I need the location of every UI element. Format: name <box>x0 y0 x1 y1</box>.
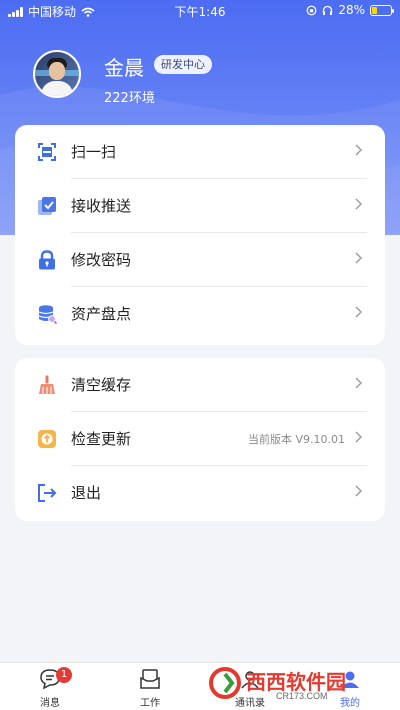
orientation-lock-icon <box>306 5 317 15</box>
menu-item-scan[interactable]: 扫一扫 <box>15 125 385 179</box>
user-name: 金晨 <box>104 56 144 80</box>
chevron-right-icon <box>355 431 362 443</box>
menu-item-label: 资产盘点 <box>71 305 132 323</box>
broom-icon <box>39 375 55 394</box>
unread-badge: 1 <box>56 667 72 683</box>
chevron-right-icon <box>355 252 362 264</box>
chevron-right-icon <box>355 306 362 318</box>
headphones-icon <box>323 5 333 15</box>
tab-work[interactable]: 工作 <box>110 663 190 710</box>
menu-item-label: 退出 <box>71 484 102 502</box>
menu-item-label: 检查更新 <box>71 430 132 448</box>
receive-push-icon <box>38 197 56 215</box>
watermark-logo-icon <box>209 667 241 699</box>
update-icon <box>38 430 56 448</box>
tab-label: 工作 <box>140 698 160 709</box>
watermark-subtext: CR173.COM <box>276 691 328 701</box>
chevron-right-icon <box>355 485 362 497</box>
menu-item-label: 扫一扫 <box>71 143 117 161</box>
lock-icon <box>39 250 55 270</box>
asset-inventory-icon <box>38 305 57 324</box>
logout-icon <box>38 484 57 502</box>
department-badge: 研发中心 <box>154 55 212 74</box>
tab-messages[interactable]: 1 消息 <box>10 663 90 710</box>
tab-label: 消息 <box>40 698 60 709</box>
menu-item-asset-inventory[interactable]: 资产盘点 <box>15 287 385 341</box>
menu-item-label: 修改密码 <box>71 251 132 269</box>
battery-percent: 28% <box>338 3 365 17</box>
menu-item-label: 清空缓存 <box>71 376 132 394</box>
environment-label: 222环境 <box>104 91 155 106</box>
chevron-right-icon <box>355 377 362 389</box>
scan-icon <box>38 143 56 161</box>
menu-item-change-password[interactable]: 修改密码 <box>15 233 385 287</box>
menu-item-receive-push[interactable]: 接收推送 <box>15 179 385 233</box>
status-bar: 中国移动 下午1:46 28% <box>0 0 400 22</box>
menu-card-primary: 扫一扫 接收推送 修改密码 资产盘点 <box>15 125 385 345</box>
menu-item-label: 接收推送 <box>71 197 132 215</box>
chevron-right-icon <box>355 198 362 210</box>
work-icon <box>140 669 160 689</box>
battery-icon <box>370 4 394 16</box>
site-watermark: 西西软件园 CR173.COM <box>206 664 386 704</box>
current-version: 当前版本 V9.10.01 <box>247 433 345 446</box>
avatar[interactable] <box>33 50 81 98</box>
menu-item-clear-cache[interactable]: 清空缓存 <box>15 358 385 412</box>
menu-item-check-update[interactable]: 检查更新 当前版本 V9.10.01 <box>15 412 385 466</box>
menu-card-secondary: 清空缓存 检查更新 当前版本 V9.10.01 退出 <box>15 358 385 521</box>
menu-item-logout[interactable]: 退出 <box>15 466 385 520</box>
chevron-right-icon <box>355 144 362 156</box>
